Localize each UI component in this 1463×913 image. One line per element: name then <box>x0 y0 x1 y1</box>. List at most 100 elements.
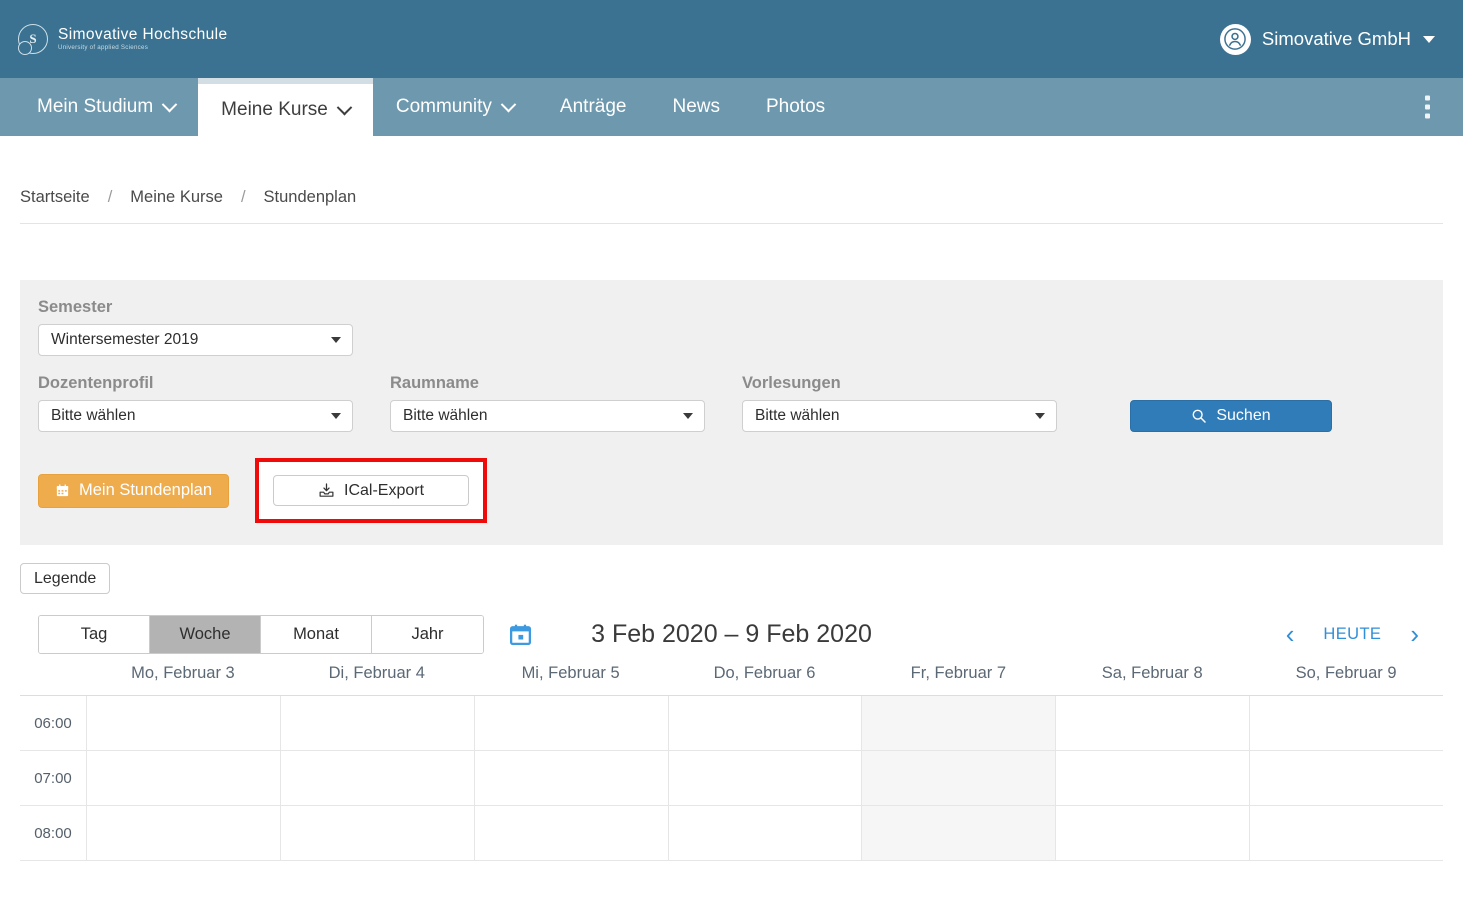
kebab-menu-icon[interactable] <box>1425 95 1430 119</box>
calendar-slot[interactable] <box>279 806 474 861</box>
calendar-slot[interactable] <box>279 696 474 751</box>
day-header-sa[interactable]: Sa, Februar 8 <box>1055 654 1249 695</box>
vorlesungen-select[interactable]: Bitte wählen <box>742 400 1057 432</box>
my-schedule-button-label: Mein Stundenplan <box>79 481 213 499</box>
raumname-select[interactable]: Bitte wählen <box>390 400 705 432</box>
vorlesungen-field: Vorlesungen Bitte wählen <box>742 374 1057 432</box>
raumname-label: Raumname <box>390 374 479 392</box>
breadcrumb-item-stundenplan[interactable]: Stundenplan <box>264 188 357 207</box>
calendar-slot[interactable] <box>473 806 668 861</box>
calendar-view-switcher: Tag Woche Monat Jahr <box>38 614 484 654</box>
app-header: S Simovative Hochschule University of ap… <box>0 0 1463 78</box>
action-row: Mein Stundenplan ICal-Export <box>38 458 1425 523</box>
legend-button[interactable]: Legende <box>20 563 111 594</box>
breadcrumb-item-meine-kurse[interactable]: Meine Kurse <box>130 188 223 207</box>
calendar-slot[interactable] <box>1249 696 1443 751</box>
caret-down-icon[interactable] <box>1423 35 1435 43</box>
chevron-down-icon <box>1035 413 1045 419</box>
calendar-slot[interactable] <box>667 696 862 751</box>
nav-item-mein-studium[interactable]: Mein Studium <box>0 78 198 136</box>
user-icon <box>1224 28 1247 50</box>
semester-field: Semester Wintersemester 2019 <box>38 298 353 356</box>
calendar-picker-icon <box>509 624 532 645</box>
day-header-di[interactable]: Di, Februar 4 <box>280 654 474 695</box>
time-label: 06:00 <box>20 696 86 751</box>
my-schedule-button[interactable]: Mein Stundenplan <box>38 473 230 508</box>
nav-label: Community <box>395 96 492 117</box>
today-button[interactable]: HEUTE <box>1323 625 1381 644</box>
breadcrumb-separator: / <box>107 188 113 206</box>
search-icon <box>1192 409 1207 423</box>
day-header-so[interactable]: So, Februar 9 <box>1249 654 1443 695</box>
brand-title: Simovative Hochschule <box>58 25 228 43</box>
nav-item-community[interactable]: Community <box>373 78 537 136</box>
dozentenprofil-label: Dozentenprofil <box>38 374 154 392</box>
nav-label: Photos <box>765 96 826 117</box>
day-header-fr[interactable]: Fr, Februar 7 <box>861 654 1055 695</box>
calendar-navigation: ‹ HEUTE › <box>1286 621 1419 647</box>
calendar-slot[interactable] <box>473 696 668 751</box>
search-button-label: Suchen <box>1216 407 1271 424</box>
chevron-down-icon <box>331 413 341 419</box>
nav-item-antraege[interactable]: Anträge <box>537 78 650 136</box>
calendar-slot[interactable] <box>861 696 1056 751</box>
nav-item-photos[interactable]: Photos <box>743 78 848 136</box>
calendar-slot[interactable] <box>86 806 280 861</box>
chevron-down-icon <box>500 96 517 112</box>
avatar <box>1219 23 1251 55</box>
filter-panel: Semester Wintersemester 2019 Dozentenpro… <box>20 280 1443 545</box>
view-tab-jahr[interactable]: Jahr <box>372 615 483 653</box>
chevron-down-icon <box>161 96 178 112</box>
calendar-slot[interactable] <box>861 751 1056 806</box>
calendar-icon <box>56 484 69 497</box>
legend-wrapper: Legende <box>20 563 1443 594</box>
nav-item-news[interactable]: News <box>649 78 743 136</box>
chevron-down-icon <box>336 99 353 115</box>
calendar-slot[interactable] <box>1055 806 1250 861</box>
calendar-slot[interactable] <box>1055 696 1250 751</box>
brand-logo[interactable]: S Simovative Hochschule University of ap… <box>18 24 228 55</box>
view-tab-monat[interactable]: Monat <box>261 615 372 653</box>
chevron-right-icon[interactable]: › <box>1410 621 1419 647</box>
chevron-down-icon <box>683 413 693 419</box>
date-range-title: 3 Feb 2020 – 9 Feb 2020 <box>591 619 872 648</box>
calendar-slot[interactable] <box>667 806 862 861</box>
brand-text: Simovative Hochschule University of appl… <box>58 25 228 52</box>
filter-row: Dozentenprofil Bitte wählen Raumname Bit… <box>38 374 1425 432</box>
calendar-slot[interactable] <box>86 751 280 806</box>
day-header-mi[interactable]: Mi, Februar 5 <box>474 654 668 695</box>
day-header-mo[interactable]: Mo, Februar 3 <box>86 654 280 695</box>
nav-item-meine-kurse[interactable]: Meine Kurse <box>198 78 373 136</box>
nav-label: Anträge <box>559 96 627 117</box>
dozentenprofil-select[interactable]: Bitte wählen <box>38 400 353 432</box>
calendar-slot[interactable] <box>667 751 862 806</box>
calendar-slot[interactable] <box>1249 751 1443 806</box>
view-tab-woche[interactable]: Woche <box>150 615 261 653</box>
university-emblem-icon: S <box>18 24 48 55</box>
view-tab-tag[interactable]: Tag <box>39 615 150 653</box>
semester-select[interactable]: Wintersemester 2019 <box>38 324 353 356</box>
main-navigation: Mein Studium Meine Kurse Community Anträ… <box>0 78 1463 136</box>
calendar-slot[interactable] <box>1249 806 1443 861</box>
ical-export-button[interactable]: ICal-Export <box>273 475 470 506</box>
download-inbox-icon <box>319 483 334 497</box>
dozentenprofil-field: Dozentenprofil Bitte wählen <box>38 374 353 432</box>
brand-subtitle: University of applied Sciences <box>58 43 149 51</box>
breadcrumb-item-startseite[interactable]: Startseite <box>20 188 90 207</box>
chevron-down-icon <box>331 337 341 343</box>
chevron-left-icon[interactable]: ‹ <box>1286 621 1295 647</box>
calendar-slot[interactable] <box>473 751 668 806</box>
calendar-slot[interactable] <box>861 806 1056 861</box>
nav-label: Meine Kurse <box>221 99 328 120</box>
user-menu[interactable]: Simovative GmbH <box>1219 23 1435 55</box>
calendar-slot[interactable] <box>1055 751 1250 806</box>
day-header-spacer <box>20 654 86 695</box>
search-button[interactable]: Suchen <box>1130 400 1332 432</box>
date-picker-button[interactable] <box>508 622 533 647</box>
calendar-slot[interactable] <box>86 696 280 751</box>
ical-export-button-label: ICal-Export <box>344 481 425 499</box>
calendar-slot[interactable] <box>279 751 474 806</box>
nav-label: Mein Studium <box>37 96 154 117</box>
day-header-do[interactable]: Do, Februar 6 <box>668 654 862 695</box>
calendar-grid: Mo, Februar 3 Di, Februar 4 Mi, Februar … <box>20 654 1443 861</box>
